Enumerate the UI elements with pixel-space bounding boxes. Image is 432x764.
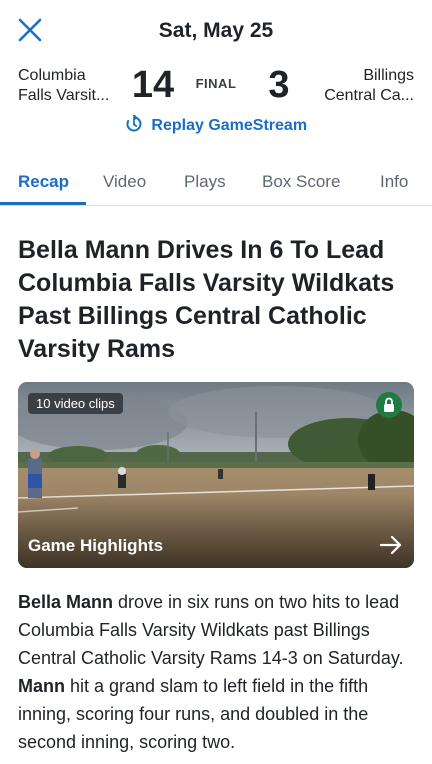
article-headline: Bella Mann Drives In 6 To Lead Columbia … (18, 236, 395, 363)
home-score: 14 (131, 64, 175, 106)
away-team-line2: Central Ca... (324, 87, 414, 104)
game-highlights-card[interactable]: 10 video clips Game Highlights (18, 382, 414, 568)
player-name-link[interactable]: Mann (18, 676, 65, 696)
scoreboard: Columbia Falls Varsit... 14 FINAL 3 Bill… (0, 62, 432, 110)
tab-box-score[interactable]: Box Score (262, 172, 340, 192)
tab-recap[interactable]: Recap (18, 172, 69, 192)
tab-plays[interactable]: Plays (184, 172, 226, 192)
highlights-title: Game Highlights (28, 536, 164, 555)
replay-label: Replay GameStream (151, 117, 308, 134)
tab-bar: Recap Video Plays Box Score Info (0, 156, 432, 206)
arrow-right-icon[interactable] (378, 534, 404, 556)
tab-video[interactable]: Video (103, 172, 146, 192)
player-name-link[interactable]: Bella Mann (18, 592, 113, 612)
home-team-line2: Falls Varsit... (18, 87, 110, 104)
video-clips-badge: 10 video clips (28, 393, 123, 414)
home-team-line1: Columbia (18, 67, 86, 84)
top-bar: Sat, May 25 (0, 0, 432, 60)
home-team-name[interactable]: Columbia Falls Varsit... (18, 66, 130, 106)
tab-info[interactable]: Info (380, 172, 408, 192)
active-tab-indicator (0, 202, 86, 205)
away-team-name[interactable]: Billings Central Ca... (302, 66, 414, 106)
article-summary: Bella Mann drove in six runs on two hits… (18, 588, 422, 756)
game-status: FINAL (195, 76, 237, 91)
replay-icon (125, 114, 151, 134)
summary-text-part2: hit a grand slam to left field in the fi… (18, 676, 369, 752)
away-score: 3 (268, 64, 290, 106)
lock-icon (376, 392, 402, 418)
replay-gamestream-link[interactable]: Replay GameStream (0, 114, 432, 135)
away-team-line1: Billings (363, 67, 414, 84)
game-date: Sat, May 25 (158, 19, 274, 42)
